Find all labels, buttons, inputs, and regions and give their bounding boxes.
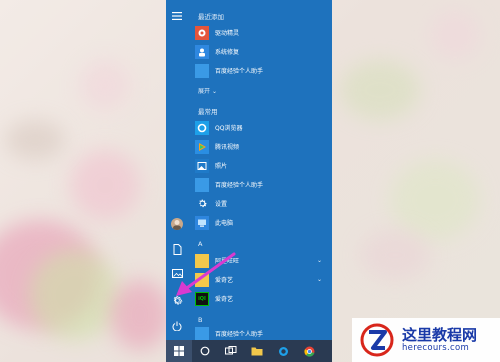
app-system-repair[interactable]: 系统修复	[195, 43, 328, 60]
watermark-title: 这里教程网	[402, 326, 478, 344]
letter-b-header[interactable]: B	[198, 316, 202, 324]
file-explorer-icon[interactable]	[244, 340, 270, 362]
app-label: 百度经验个人助手	[215, 68, 264, 75]
taskbar	[166, 340, 332, 362]
driver-genius-icon	[195, 25, 209, 40]
watermark-domain: herecours.com	[402, 343, 470, 353]
settings-icon	[195, 197, 209, 211]
app-baidu-assistant-2[interactable]: 百度经验个人助手	[195, 176, 328, 193]
letter-a-header[interactable]: A	[198, 240, 202, 248]
app-label: 此电脑	[215, 220, 234, 227]
chrome-icon[interactable]	[296, 340, 322, 362]
chevron-down-icon: ⌄	[316, 276, 322, 283]
photos-icon	[195, 158, 209, 173]
search-circle-icon[interactable]	[192, 340, 218, 362]
app-label: 系统修复	[215, 49, 240, 56]
expand-label: 展开	[198, 88, 211, 95]
app-tencent-video[interactable]: 腾讯视频	[195, 138, 328, 155]
app-label: QQ浏览器	[215, 125, 243, 132]
expand-link[interactable]: 展开 ⌄	[198, 86, 217, 95]
app-this-pc[interactable]: 此电脑	[195, 214, 328, 231]
recently-added-header: 最近添加	[198, 13, 224, 21]
app-label: 腾讯视频	[215, 144, 240, 151]
task-view-icon[interactable]	[218, 340, 244, 362]
site-logo-icon	[360, 323, 394, 357]
app-photos[interactable]: 照片	[195, 157, 328, 174]
power-icon[interactable]	[169, 318, 185, 334]
this-pc-icon	[195, 215, 209, 230]
user-avatar[interactable]	[171, 218, 183, 230]
app-baidu-assistant-3[interactable]: 百度经验个人助手	[195, 327, 328, 340]
annotation-arrow	[176, 252, 236, 296]
app-label: 驱动精灵	[215, 30, 240, 37]
qq-browser-icon[interactable]	[270, 340, 296, 362]
app-label: 百度经验个人助手	[215, 331, 264, 338]
tencent-video-icon	[195, 139, 209, 154]
most-used-header: 最常用	[198, 108, 218, 116]
app-label: 照片	[215, 163, 228, 170]
app-qq-browser[interactable]: QQ浏览器	[195, 119, 328, 136]
baidu-assistant-icon	[195, 327, 209, 340]
baidu-assistant-icon	[195, 63, 209, 78]
app-settings[interactable]: 设置	[195, 195, 328, 212]
chevron-down-icon: ⌄	[211, 88, 217, 95]
chevron-down-icon: ⌄	[316, 257, 322, 264]
system-repair-icon	[195, 44, 209, 59]
site-watermark: 这里教程网 herecours.com	[352, 318, 500, 362]
qq-browser-icon	[195, 120, 209, 135]
app-label: 设置	[215, 201, 228, 208]
app-label: 百度经验个人助手	[215, 182, 264, 189]
app-driver-genius[interactable]: 驱动精灵	[195, 24, 328, 41]
app-baidu-assistant[interactable]: 百度经验个人助手	[195, 62, 328, 79]
hamburger-icon[interactable]	[169, 8, 185, 24]
baidu-assistant-icon	[195, 177, 209, 192]
windows-start-icon[interactable]	[166, 340, 192, 362]
